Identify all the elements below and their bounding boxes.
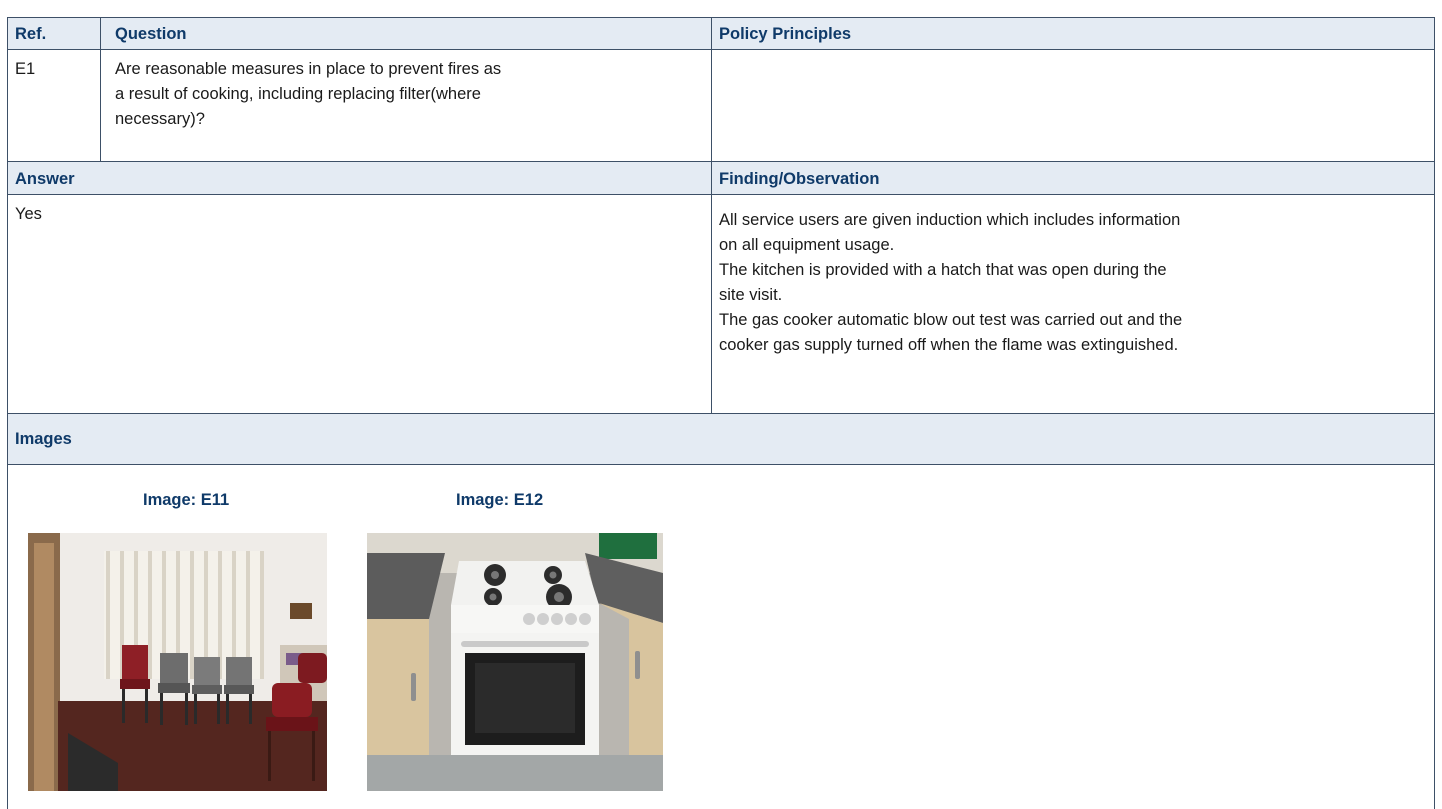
ref-header-cell: Ref.	[7, 17, 101, 50]
answer-header: Answer	[15, 170, 75, 188]
finding-line: All service users are given induction wh…	[719, 211, 1181, 229]
images-header: Images	[15, 430, 72, 448]
image-caption-e12: Image: E12	[456, 491, 544, 509]
finding-line: The gas cooker automatic blow out test w…	[719, 311, 1183, 329]
policy-header-cell: Policy Principles	[711, 17, 1435, 50]
question-header: Question	[115, 25, 187, 43]
image-e11	[28, 533, 327, 791]
image-caption-e11: Image: E11	[143, 491, 230, 509]
question-line: Are reasonable measures in place to prev…	[115, 60, 502, 78]
finding-cell: All service users are given induction wh…	[711, 194, 1435, 414]
answer-cell: Yes	[7, 194, 712, 414]
finding-text: All service users are given induction wh…	[719, 208, 1182, 358]
finding-line: on all equipment usage.	[719, 236, 895, 254]
finding-line: The kitchen is provided with a hatch tha…	[719, 261, 1167, 279]
answer-value: Yes	[15, 205, 42, 223]
finding-header: Finding/Observation	[719, 170, 880, 188]
ref-cell: E1	[7, 49, 101, 162]
images-cell: Image: E11 Image: E12	[7, 464, 1435, 809]
policy-cell	[711, 49, 1435, 162]
question-text: Are reasonable measures in place to prev…	[115, 57, 501, 132]
question-header-cell: Question	[100, 17, 712, 50]
ref-value: E1	[15, 60, 36, 78]
finding-line: cooker gas supply turned off when the fl…	[719, 336, 1179, 354]
ref-header: Ref.	[15, 25, 47, 43]
question-cell: Are reasonable measures in place to prev…	[100, 49, 712, 162]
images-header-cell: Images	[7, 413, 1435, 465]
answer-header-cell: Answer	[7, 161, 712, 195]
question-line: necessary)?	[115, 110, 205, 128]
question-line: a result of cooking, including replacing…	[115, 85, 481, 103]
policy-header: Policy Principles	[719, 25, 852, 43]
image-e12	[367, 533, 663, 791]
finding-line: site visit.	[719, 286, 783, 304]
inspection-table: Ref. Question Policy Principles E1 Are r…	[7, 0, 1435, 809]
finding-header-cell: Finding/Observation	[711, 161, 1435, 195]
